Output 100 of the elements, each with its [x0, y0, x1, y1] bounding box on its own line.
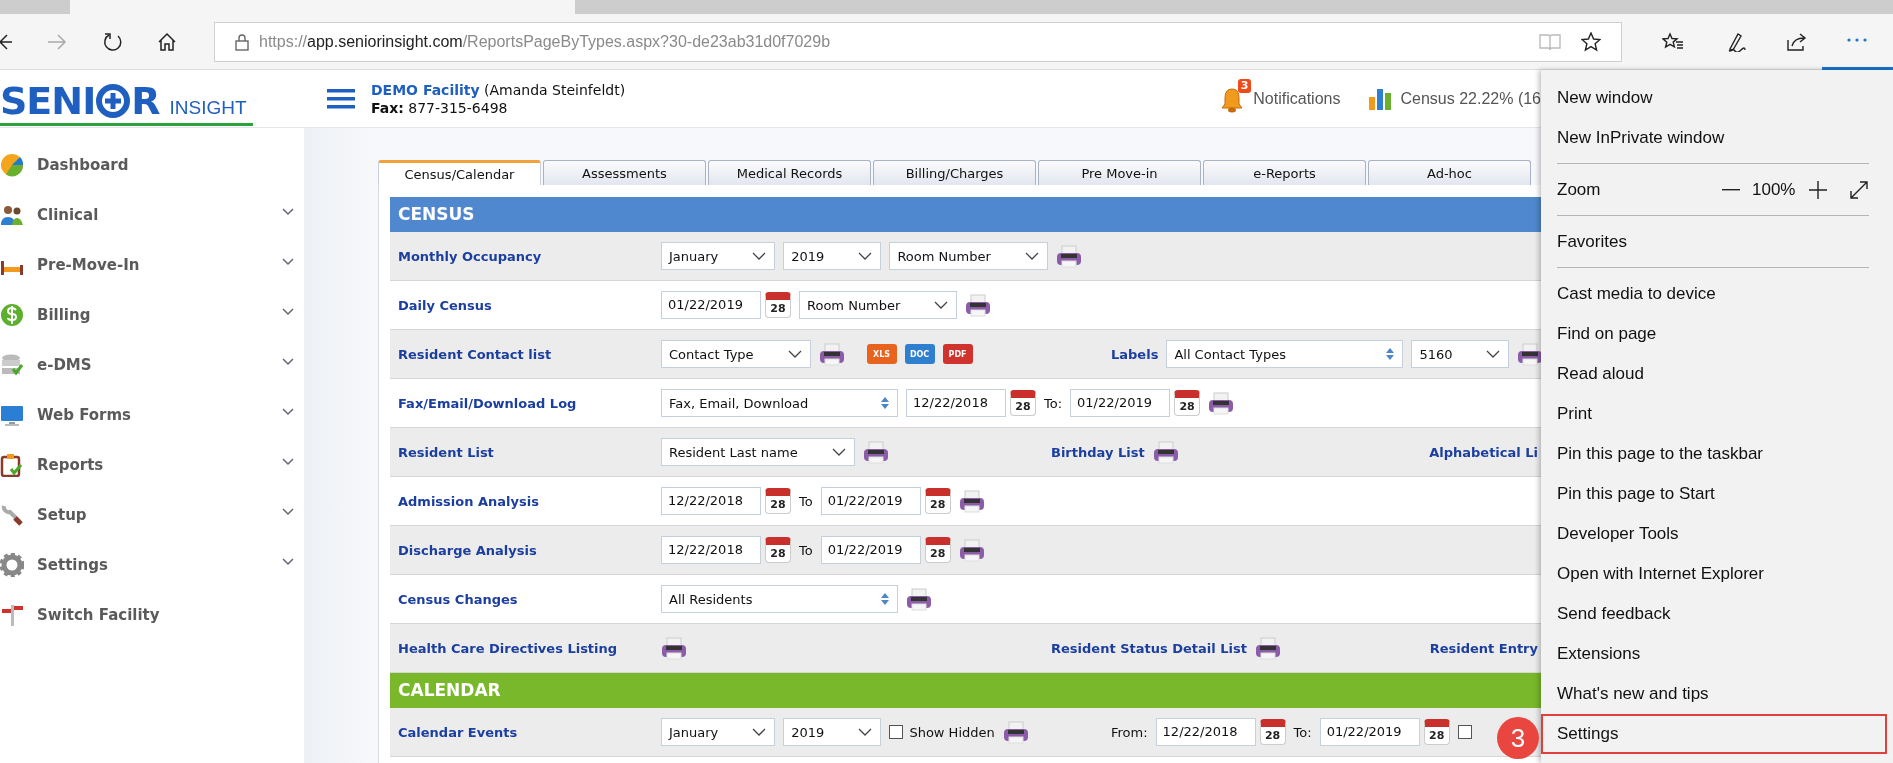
sidebar-item[interactable]: Reports	[0, 440, 304, 490]
sidebar-item[interactable]: Switch Facility	[0, 590, 304, 640]
report-link[interactable]: Resident Entry	[1429, 640, 1538, 656]
printer-icon[interactable]	[1254, 636, 1281, 660]
calendar-button[interactable]: 28	[1259, 719, 1286, 745]
report-link[interactable]: Resident Contact list	[398, 346, 661, 362]
census-link[interactable]: Census 22.22% (16	[1400, 89, 1541, 108]
calendar-button[interactable]: 28	[765, 537, 791, 563]
dropdown[interactable]: January	[661, 718, 776, 746]
dropdown[interactable]: Room Number	[889, 242, 1048, 270]
printer-icon[interactable]	[958, 538, 985, 562]
report-link[interactable]: Health Care Directives Listing	[398, 640, 661, 656]
report-link[interactable]: Admission Analysis	[398, 493, 661, 509]
report-link[interactable]: Daily Census	[398, 297, 661, 313]
sidebar-item[interactable]: Pre-Move-In	[0, 240, 304, 290]
dropdown[interactable]: 2019	[783, 242, 882, 270]
sidebar-item[interactable]: Web Forms	[0, 390, 304, 440]
report-link[interactable]: Calendar Events	[398, 724, 661, 740]
menu-icon[interactable]	[327, 88, 355, 109]
menu-item[interactable]: Pin this page to Start	[1541, 474, 1887, 514]
report-link[interactable]: Birthday List	[1051, 444, 1145, 460]
date-field[interactable]: 01/22/2019	[1070, 389, 1171, 417]
checkbox[interactable]: Show Hidden	[889, 724, 995, 740]
report-link[interactable]: Discharge Analysis	[398, 542, 661, 558]
calendar-button[interactable]: 28	[924, 537, 951, 563]
menu-item[interactable]: What's new and tips	[1541, 674, 1887, 714]
sidebar-item[interactable]: Dashboard	[0, 140, 304, 190]
calendar-button[interactable]: 28	[1174, 390, 1201, 416]
calendar-button[interactable]: 28	[765, 488, 791, 514]
calendar-button[interactable]: 28	[1423, 719, 1450, 745]
printer-icon[interactable]	[862, 440, 889, 464]
bar-chart-icon[interactable]	[1368, 86, 1393, 111]
dropdown[interactable]: All Residents	[661, 585, 898, 613]
back-icon[interactable]	[0, 31, 12, 52]
menu-item[interactable]: Open with Internet Explorer	[1541, 554, 1887, 594]
printer-icon[interactable]	[1002, 720, 1029, 744]
menu-item[interactable]: Extensions	[1541, 634, 1887, 674]
file-export-button[interactable]: DOC	[904, 344, 935, 364]
tab[interactable]: Pre Move-in	[1038, 160, 1201, 185]
tab[interactable]: Census/Calendar	[378, 160, 541, 185]
dropdown[interactable]: Room Number	[799, 291, 958, 319]
minus-icon[interactable]	[1722, 189, 1740, 191]
calendar-button[interactable]: 28	[765, 292, 791, 318]
menu-item[interactable]: Send feedback	[1541, 594, 1887, 634]
date-field[interactable]: 12/22/2018	[906, 389, 1006, 417]
menu-item[interactable]: Print	[1541, 394, 1887, 434]
menu-item[interactable]: Cast media to device	[1541, 274, 1887, 314]
report-link[interactable]: Census Changes	[398, 591, 661, 607]
printer-icon[interactable]	[818, 342, 845, 366]
printer-icon[interactable]	[958, 489, 985, 513]
report-link[interactable]: Alphabetical Li	[1429, 444, 1538, 460]
menu-item[interactable]: Find on page	[1541, 314, 1887, 354]
menu-item[interactable]: Pin this page to the taskbar	[1541, 434, 1887, 474]
printer-icon[interactable]	[661, 636, 687, 660]
tab[interactable]: Billing/Charges	[873, 160, 1036, 185]
printer-icon[interactable]	[906, 587, 932, 611]
printer-icon[interactable]	[1152, 440, 1179, 464]
sidebar-item[interactable]: e-DMS	[0, 340, 304, 390]
tab[interactable]: Medical Records	[708, 160, 871, 185]
report-link[interactable]: Monthly Occupancy	[398, 248, 661, 264]
report-link[interactable]: Fax/Email/Download Log	[398, 395, 661, 411]
report-link[interactable]: Resident Status Detail List	[1051, 640, 1247, 656]
menu-item[interactable]: Favorites	[1541, 222, 1887, 262]
refresh-icon[interactable]	[103, 31, 123, 52]
dropdown[interactable]: Fax, Email, Download	[661, 389, 898, 417]
dropdown[interactable]: 2019	[783, 718, 882, 746]
date-field[interactable]: 01/22/2019	[820, 536, 921, 564]
printer-icon[interactable]	[1055, 244, 1082, 268]
fullscreen-icon[interactable]	[1849, 180, 1870, 200]
notifications-link[interactable]: Notifications	[1253, 89, 1341, 108]
date-field[interactable]: 12/22/2018	[661, 536, 761, 564]
printer-icon[interactable]	[1208, 391, 1235, 415]
file-export-button[interactable]: PDF	[942, 344, 973, 364]
date-field[interactable]: 01/22/2019	[1319, 718, 1420, 746]
sidebar-item[interactable]: Setup	[0, 490, 304, 540]
tab[interactable]: Ad-hoc	[1368, 160, 1531, 185]
tab[interactable]: Assessments	[543, 160, 706, 185]
favorites-icon[interactable]	[1661, 31, 1684, 52]
plus-icon[interactable]	[1809, 181, 1828, 199]
dropdown[interactable]: January	[661, 242, 776, 270]
sidebar-item[interactable]: Settings	[0, 540, 304, 590]
sidebar-item[interactable]: Clinical	[0, 190, 304, 240]
date-field[interactable]: 01/22/2019	[820, 487, 921, 515]
tab[interactable]: e-Reports	[1203, 160, 1366, 185]
menu-item[interactable]: Settings	[1541, 714, 1887, 754]
checkbox[interactable]	[1457, 725, 1472, 739]
date-field[interactable]: 12/22/2018	[661, 487, 761, 515]
logo[interactable]: SENI R INSIGHT	[0, 79, 253, 126]
report-link[interactable]: Labels	[1111, 346, 1159, 362]
menu-item[interactable]: Developer Tools	[1541, 514, 1887, 554]
printer-icon[interactable]	[965, 293, 992, 317]
home-icon[interactable]	[157, 31, 177, 52]
sidebar-item[interactable]: Billing	[0, 290, 304, 340]
report-link[interactable]: Resident List	[398, 444, 661, 460]
star-icon[interactable]	[1580, 31, 1601, 52]
menu-item[interactable]: Read aloud	[1541, 354, 1887, 394]
printer-icon[interactable]	[1517, 342, 1541, 366]
dropdown[interactable]: Contact Type	[661, 340, 811, 368]
menu-item[interactable]: New window	[1541, 78, 1887, 118]
share-icon[interactable]	[1785, 31, 1808, 52]
